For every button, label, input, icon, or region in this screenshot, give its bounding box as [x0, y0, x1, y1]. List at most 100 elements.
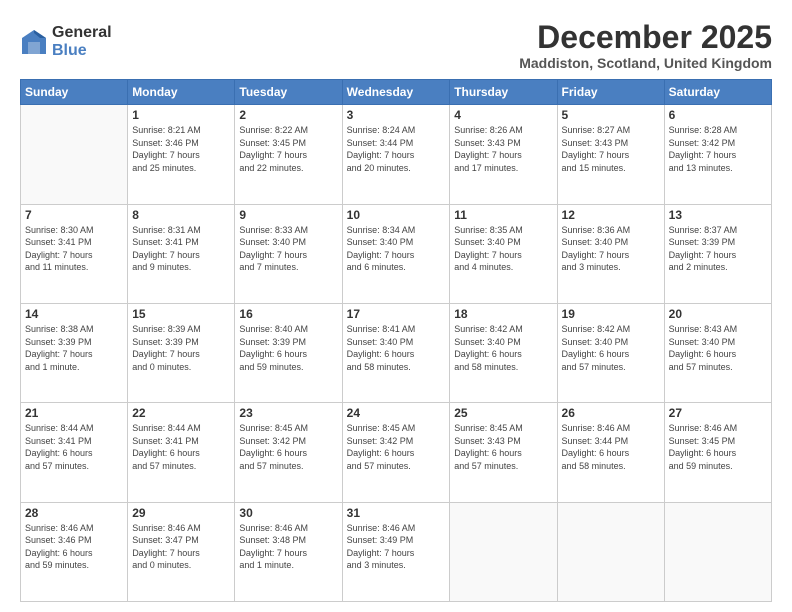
calendar-cell: 29 Sunrise: 8:46 AM Sunset: 3:47 PM Dayli… — [128, 502, 235, 601]
day-number: 31 — [347, 506, 446, 520]
title-block: December 2025 Maddiston, Scotland, Unite… — [519, 20, 772, 71]
day-detail: Sunrise: 8:40 AM Sunset: 3:39 PM Dayligh… — [239, 323, 337, 373]
calendar-cell: 18 Sunrise: 8:42 AM Sunset: 3:40 PM Dayli… — [450, 303, 557, 402]
logo: General Blue — [20, 24, 112, 59]
logo-icon — [20, 28, 48, 56]
calendar-cell: 17 Sunrise: 8:41 AM Sunset: 3:40 PM Dayli… — [342, 303, 450, 402]
day-number: 19 — [562, 307, 660, 321]
header-row: Sunday Monday Tuesday Wednesday Thursday… — [21, 80, 772, 105]
page: General Blue December 2025 Maddiston, Sc… — [0, 0, 792, 612]
calendar-body: 1Sunrise: 8:21 AM Sunset: 3:46 PM Daylig… — [21, 105, 772, 602]
logo-blue: Blue — [52, 42, 112, 60]
day-number: 11 — [454, 208, 552, 222]
day-number: 24 — [347, 406, 446, 420]
day-number: 3 — [347, 108, 446, 122]
day-detail: Sunrise: 8:36 AM Sunset: 3:40 PM Dayligh… — [562, 224, 660, 274]
day-detail: Sunrise: 8:42 AM Sunset: 3:40 PM Dayligh… — [454, 323, 552, 373]
calendar-cell — [21, 105, 128, 204]
calendar-cell: 28Sunrise: 8:46 AM Sunset: 3:46 PM Dayli… — [21, 502, 128, 601]
calendar-cell: 3 Sunrise: 8:24 AM Sunset: 3:44 PM Daylig… — [342, 105, 450, 204]
day-detail: Sunrise: 8:46 AM Sunset: 3:49 PM Dayligh… — [347, 522, 446, 572]
day-detail: Sunrise: 8:22 AM Sunset: 3:45 PM Dayligh… — [239, 124, 337, 174]
col-tuesday: Tuesday — [235, 80, 342, 105]
calendar-cell: 2 Sunrise: 8:22 AM Sunset: 3:45 PM Daylig… — [235, 105, 342, 204]
calendar-cell: 10Sunrise: 8:34 AM Sunset: 3:40 PM Dayli… — [342, 204, 450, 303]
calendar-cell: 22Sunrise: 8:44 AM Sunset: 3:41 PM Dayli… — [128, 403, 235, 502]
day-detail: Sunrise: 8:44 AM Sunset: 3:41 PM Dayligh… — [25, 422, 123, 472]
day-detail: Sunrise: 8:31 AM Sunset: 3:41 PM Dayligh… — [132, 224, 230, 274]
day-detail: Sunrise: 8:33 AM Sunset: 3:40 PM Dayligh… — [239, 224, 337, 274]
calendar-cell: 23Sunrise: 8:45 AM Sunset: 3:42 PM Dayli… — [235, 403, 342, 502]
day-detail: Sunrise: 8:39 AM Sunset: 3:39 PM Dayligh… — [132, 323, 230, 373]
calendar-cell: 13 Sunrise: 8:37 AM Sunset: 3:39 PM Dayli… — [664, 204, 771, 303]
calendar-cell: 26 Sunrise: 8:46 AM Sunset: 3:44 PM Dayli… — [557, 403, 664, 502]
month-title: December 2025 — [519, 20, 772, 55]
day-number: 26 — [562, 406, 660, 420]
day-detail: Sunrise: 8:44 AM Sunset: 3:41 PM Dayligh… — [132, 422, 230, 472]
day-detail: Sunrise: 8:46 AM Sunset: 3:44 PM Dayligh… — [562, 422, 660, 472]
calendar-cell: 15 Sunrise: 8:39 AM Sunset: 3:39 PM Dayli… — [128, 303, 235, 402]
calendar-cell: 12Sunrise: 8:36 AM Sunset: 3:40 PM Dayli… — [557, 204, 664, 303]
day-number: 8 — [132, 208, 230, 222]
day-number: 21 — [25, 406, 123, 420]
day-number: 10 — [347, 208, 446, 222]
day-detail: Sunrise: 8:30 AM Sunset: 3:41 PM Dayligh… — [25, 224, 123, 274]
day-number: 9 — [239, 208, 337, 222]
location: Maddiston, Scotland, United Kingdom — [519, 55, 772, 71]
col-sunday: Sunday — [21, 80, 128, 105]
col-monday: Monday — [128, 80, 235, 105]
calendar-cell: 11 Sunrise: 8:35 AM Sunset: 3:40 PM Dayli… — [450, 204, 557, 303]
day-detail: Sunrise: 8:45 AM Sunset: 3:42 PM Dayligh… — [239, 422, 337, 472]
header: General Blue December 2025 Maddiston, Sc… — [20, 20, 772, 71]
calendar-header: Sunday Monday Tuesday Wednesday Thursday… — [21, 80, 772, 105]
day-number: 14 — [25, 307, 123, 321]
calendar-cell: 19 Sunrise: 8:42 AM Sunset: 3:40 PM Dayli… — [557, 303, 664, 402]
calendar-cell: 7 Sunrise: 8:30 AM Sunset: 3:41 PM Daylig… — [21, 204, 128, 303]
col-wednesday: Wednesday — [342, 80, 450, 105]
day-number: 6 — [669, 108, 767, 122]
col-saturday: Saturday — [664, 80, 771, 105]
day-number: 30 — [239, 506, 337, 520]
day-detail: Sunrise: 8:26 AM Sunset: 3:43 PM Dayligh… — [454, 124, 552, 174]
day-detail: Sunrise: 8:46 AM Sunset: 3:48 PM Dayligh… — [239, 522, 337, 572]
day-number: 2 — [239, 108, 337, 122]
day-detail: Sunrise: 8:38 AM Sunset: 3:39 PM Dayligh… — [25, 323, 123, 373]
day-detail: Sunrise: 8:45 AM Sunset: 3:42 PM Dayligh… — [347, 422, 446, 472]
day-detail: Sunrise: 8:46 AM Sunset: 3:47 PM Dayligh… — [132, 522, 230, 572]
day-number: 16 — [239, 307, 337, 321]
calendar-week-2: 14 Sunrise: 8:38 AM Sunset: 3:39 PM Dayli… — [21, 303, 772, 402]
day-number: 4 — [454, 108, 552, 122]
day-number: 20 — [669, 307, 767, 321]
day-number: 7 — [25, 208, 123, 222]
day-number: 17 — [347, 307, 446, 321]
day-detail: Sunrise: 8:42 AM Sunset: 3:40 PM Dayligh… — [562, 323, 660, 373]
calendar-cell: 20Sunrise: 8:43 AM Sunset: 3:40 PM Dayli… — [664, 303, 771, 402]
calendar-table: Sunday Monday Tuesday Wednesday Thursday… — [20, 79, 772, 602]
day-detail: Sunrise: 8:35 AM Sunset: 3:40 PM Dayligh… — [454, 224, 552, 274]
calendar-cell: 30 Sunrise: 8:46 AM Sunset: 3:48 PM Dayli… — [235, 502, 342, 601]
day-number: 29 — [132, 506, 230, 520]
calendar-cell: 1Sunrise: 8:21 AM Sunset: 3:46 PM Daylig… — [128, 105, 235, 204]
calendar-cell: 21 Sunrise: 8:44 AM Sunset: 3:41 PM Dayli… — [21, 403, 128, 502]
calendar-cell: 4 Sunrise: 8:26 AM Sunset: 3:43 PM Daylig… — [450, 105, 557, 204]
calendar-cell: 27Sunrise: 8:46 AM Sunset: 3:45 PM Dayli… — [664, 403, 771, 502]
calendar-cell: 25 Sunrise: 8:45 AM Sunset: 3:43 PM Dayli… — [450, 403, 557, 502]
day-number: 13 — [669, 208, 767, 222]
day-detail: Sunrise: 8:24 AM Sunset: 3:44 PM Dayligh… — [347, 124, 446, 174]
day-number: 15 — [132, 307, 230, 321]
day-detail: Sunrise: 8:21 AM Sunset: 3:46 PM Dayligh… — [132, 124, 230, 174]
day-number: 25 — [454, 406, 552, 420]
day-number: 28 — [25, 506, 123, 520]
day-detail: Sunrise: 8:46 AM Sunset: 3:45 PM Dayligh… — [669, 422, 767, 472]
day-detail: Sunrise: 8:41 AM Sunset: 3:40 PM Dayligh… — [347, 323, 446, 373]
calendar-week-0: 1Sunrise: 8:21 AM Sunset: 3:46 PM Daylig… — [21, 105, 772, 204]
calendar-cell: 24 Sunrise: 8:45 AM Sunset: 3:42 PM Dayli… — [342, 403, 450, 502]
day-detail: Sunrise: 8:37 AM Sunset: 3:39 PM Dayligh… — [669, 224, 767, 274]
calendar-cell: 6 Sunrise: 8:28 AM Sunset: 3:42 PM Daylig… — [664, 105, 771, 204]
day-number: 18 — [454, 307, 552, 321]
calendar-cell — [450, 502, 557, 601]
calendar-week-4: 28Sunrise: 8:46 AM Sunset: 3:46 PM Dayli… — [21, 502, 772, 601]
day-detail: Sunrise: 8:45 AM Sunset: 3:43 PM Dayligh… — [454, 422, 552, 472]
calendar-cell: 16 Sunrise: 8:40 AM Sunset: 3:39 PM Dayli… — [235, 303, 342, 402]
day-detail: Sunrise: 8:28 AM Sunset: 3:42 PM Dayligh… — [669, 124, 767, 174]
